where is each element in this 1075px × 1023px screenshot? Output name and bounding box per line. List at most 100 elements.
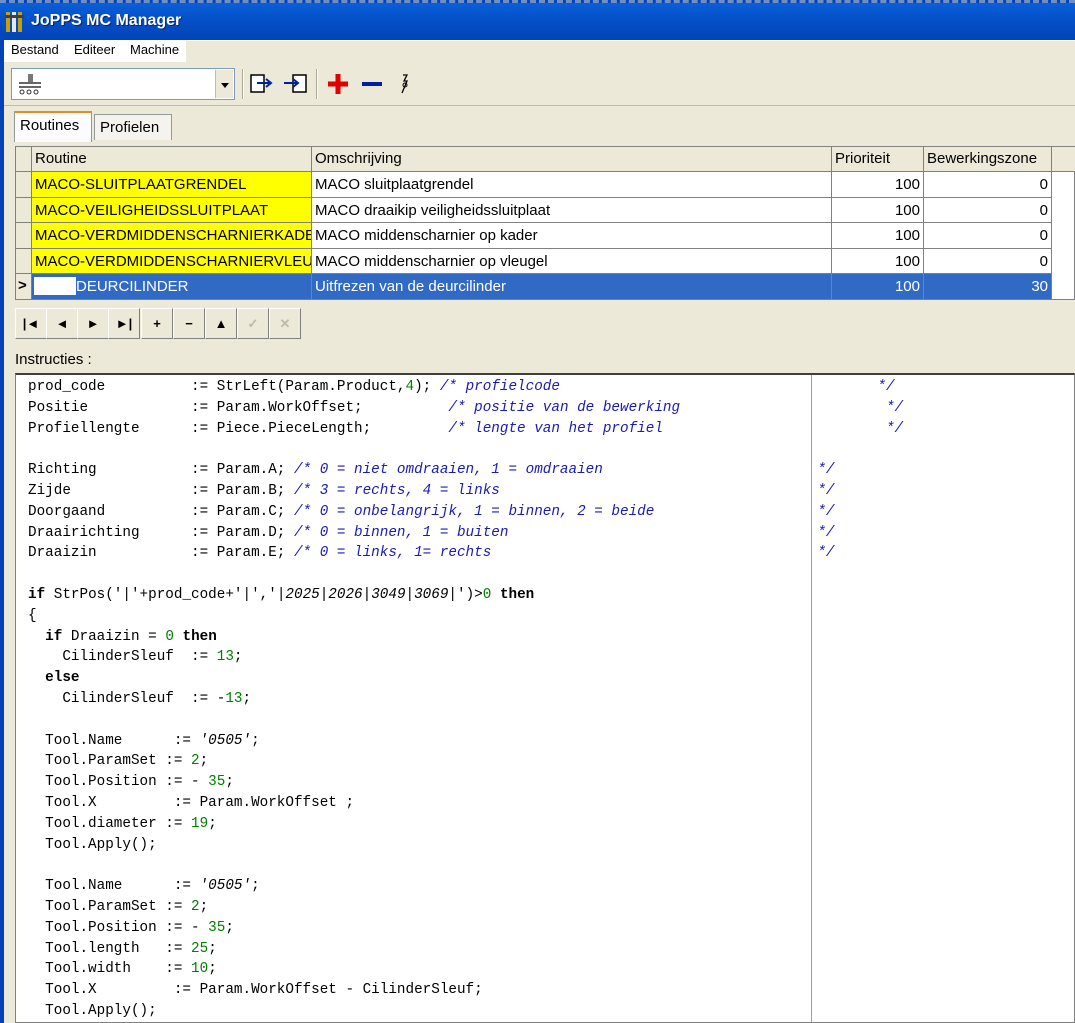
next-record-button[interactable]: ► [77, 308, 109, 339]
code-line[interactable]: Richting := Param.A; /* 0 = niet omdraai… [28, 460, 903, 481]
zone-cell[interactable]: 30 [924, 274, 1052, 300]
code-line[interactable]: Positie := Param.WorkOffset; /* positie … [28, 398, 903, 419]
prior-record-button[interactable]: ◄ [46, 308, 78, 339]
cancel-record-button[interactable]: ✕ [269, 308, 301, 339]
priority-cell[interactable]: 100 [832, 223, 924, 249]
routine-cell[interactable]: MACO-SLUITPLAATGRENDEL [32, 172, 312, 198]
code-line[interactable]: Tool.Apply(); [28, 835, 903, 856]
code-line[interactable]: if StrPos('|'+prod_code+'|','|2025|2026|… [28, 585, 903, 606]
header-filler [1052, 147, 1075, 172]
table-row[interactable]: MACO-VERDMIDDENSCHARNIERKADER MACO midde… [16, 223, 1075, 249]
machine-icon [19, 74, 41, 95]
first-record-button[interactable]: |◄ [15, 308, 47, 339]
code-line[interactable] [28, 564, 903, 585]
row-indicator[interactable] [16, 223, 32, 249]
code-line[interactable]: Tool.X := Param.WorkOffset - CilinderSle… [28, 980, 903, 1001]
code-line[interactable]: { [28, 606, 903, 627]
code-line[interactable]: CilinderSleuf := 13; [28, 647, 903, 668]
table-row[interactable]: MACO-VERDMIDDENSCHARNIERVLEUGEL MACO mid… [16, 248, 1075, 275]
description-cell[interactable]: Uitfrezen van de deurcilinder [312, 274, 832, 300]
row-indicator[interactable] [16, 172, 32, 198]
description-cell[interactable]: MACO middenscharnier op vleugel [312, 248, 832, 275]
edit-record-button[interactable]: ▲ [205, 308, 237, 339]
table-row[interactable]: MACO-SLUITPLAATGRENDEL MACO sluitplaatgr… [16, 172, 1075, 198]
tab-profielen[interactable]: Profielen [94, 114, 172, 140]
zone-cell[interactable]: 0 [924, 172, 1052, 198]
code-line[interactable]: Tool.length := 25; [28, 939, 903, 960]
table-row-selected[interactable]: > DEURCILINDER Uitfrezen van de deurcili… [16, 274, 1075, 300]
post-record-button[interactable]: ✓ [237, 308, 269, 339]
code-line[interactable] [28, 710, 903, 731]
menu-bestand[interactable]: Bestand [11, 42, 59, 57]
routine-cell[interactable]: DEURCILINDER [32, 274, 312, 300]
code-line[interactable]: Tool.ParamSet := 2; [28, 751, 903, 772]
code-line[interactable]: prod_code := StrLeft(Param.Product,4); /… [28, 377, 903, 398]
info-button[interactable] [391, 71, 419, 97]
import-button[interactable] [281, 71, 309, 97]
priority-cell[interactable]: 100 [832, 248, 924, 275]
routine-cell[interactable]: MACO-VEILIGHEIDSSLUITPLAAT [32, 197, 312, 224]
menu-machine[interactable]: Machine [130, 42, 179, 57]
row-indicator[interactable] [16, 248, 32, 275]
row-indicator-current[interactable]: > [16, 274, 32, 300]
title-bar[interactable]: JoPPS MC Manager [0, 0, 1075, 40]
routine-cell[interactable]: MACO-VERDMIDDENSCHARNIERKADER [32, 223, 312, 249]
remove-icon [362, 82, 382, 86]
zone-cell[interactable]: 0 [924, 223, 1052, 249]
add-button[interactable] [324, 71, 352, 97]
code-line[interactable]: Tool.Name := '0505'; [28, 731, 903, 752]
toolbar-separator [316, 69, 318, 99]
code-line[interactable] [28, 439, 903, 460]
code-line[interactable]: Draairichting := Param.D; /* 0 = binnen,… [28, 523, 903, 544]
menu-editeer[interactable]: Editeer [74, 42, 115, 57]
tab-routines[interactable]: Routines [14, 111, 92, 142]
priority-cell[interactable]: 100 [832, 197, 924, 224]
code-line[interactable]: Tool.Position := - 35; [28, 772, 903, 793]
priority-cell[interactable]: 100 [832, 172, 924, 198]
last-record-button[interactable]: ►| [108, 308, 140, 339]
code-line[interactable]: Draaizin := Param.E; /* 0 = links, 1= re… [28, 543, 903, 564]
code-line[interactable]: Tool.Apply(); [28, 1001, 903, 1022]
export-button[interactable] [248, 71, 276, 97]
insert-record-button[interactable]: + [141, 308, 173, 339]
description-cell[interactable]: MACO sluitplaatgrendel [312, 172, 832, 198]
code-line[interactable]: Tool.Name := '0505'; [28, 876, 903, 897]
description-cell[interactable]: MACO draaikip veiligheidssluitplaat [312, 197, 832, 224]
code-line[interactable]: if Draaizin = 0 then [28, 627, 903, 648]
code-line[interactable]: Tool.X := Param.WorkOffset ; [28, 793, 903, 814]
code-line[interactable]: else [28, 668, 903, 689]
code-line[interactable]: Doorgaand := Param.C; /* 0 = onbelangrij… [28, 502, 903, 523]
routine-cell[interactable]: MACO-VERDMIDDENSCHARNIERVLEUGEL [32, 248, 312, 275]
zone-cell[interactable]: 0 [924, 248, 1052, 275]
code-line[interactable]: Tool.Position := - 35; [28, 918, 903, 939]
code-line[interactable]: CilinderSleuf := -13; [28, 689, 903, 710]
code-line[interactable]: Profiellengte := Piece.PieceLength; /* l… [28, 419, 903, 440]
code-line[interactable]: Tool.diameter := 19; [28, 814, 903, 835]
code-text[interactable]: prod_code := StrLeft(Param.Product,4); /… [28, 377, 903, 1022]
export-icon [250, 74, 273, 93]
column-header-routine[interactable]: Routine [32, 147, 312, 172]
delete-record-button[interactable]: − [173, 308, 205, 339]
table-row[interactable]: MACO-VEILIGHEIDSSLUITPLAAT MACO draaikip… [16, 197, 1075, 224]
code-line[interactable]: Tool.width := 10; [28, 959, 903, 980]
tab-bar: Routines Profielen [4, 106, 1075, 142]
add-icon [328, 74, 348, 94]
code-line[interactable] [28, 855, 903, 876]
menu-bar: Bestand Editeer Machine [4, 40, 1075, 62]
remove-button[interactable] [358, 71, 386, 97]
dropdown-button[interactable] [215, 70, 233, 98]
row-indicator[interactable] [16, 197, 32, 224]
column-header-omschrijving[interactable]: Omschrijving [312, 147, 832, 172]
instructions-label: Instructies : [15, 351, 92, 368]
app-icon [5, 12, 24, 32]
zone-cell[interactable]: 0 [924, 197, 1052, 224]
column-header-bewerkingszone[interactable]: Bewerkingszone [924, 147, 1052, 172]
description-cell[interactable]: MACO middenscharnier op kader [312, 223, 832, 249]
column-header-prioriteit[interactable]: Prioriteit [832, 147, 924, 172]
code-line[interactable]: Zijde := Param.B; /* 3 = rechts, 4 = lin… [28, 481, 903, 502]
code-line[interactable]: Tool.ParamSet := 2; [28, 897, 903, 918]
priority-cell[interactable]: 100 [832, 274, 924, 300]
window-border [0, 40, 4, 1023]
instructions-editor[interactable]: prod_code := StrLeft(Param.Product,4); /… [15, 373, 1075, 1023]
machine-select[interactable] [11, 68, 235, 100]
